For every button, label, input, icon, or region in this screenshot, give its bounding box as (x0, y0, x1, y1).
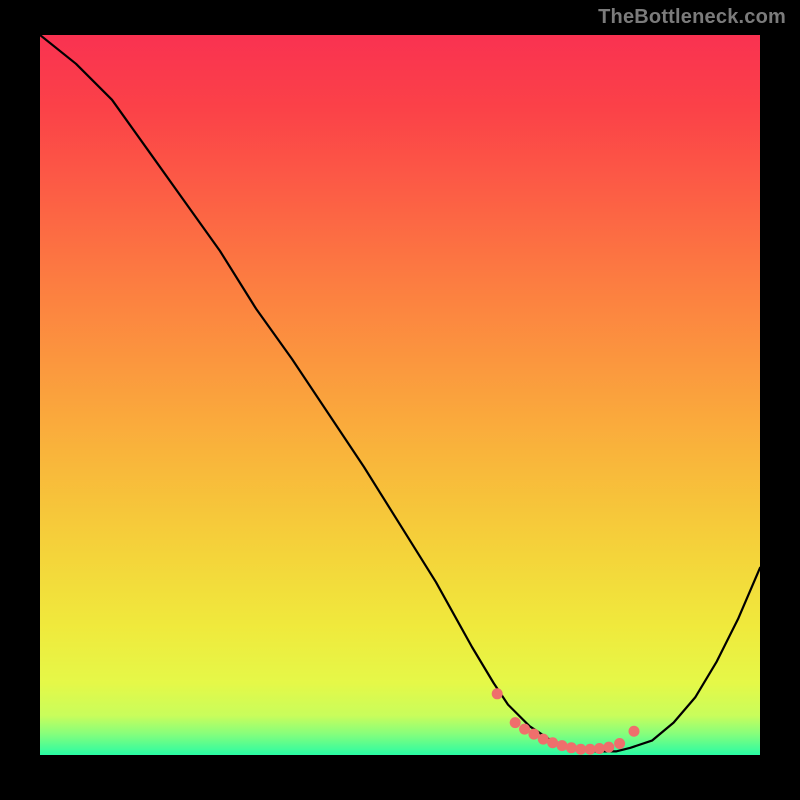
curve-layer (40, 35, 760, 755)
dot-point (547, 737, 558, 748)
dot-point (566, 742, 577, 753)
dot-point (538, 734, 549, 745)
curve-line (40, 35, 760, 751)
plot-area (40, 35, 760, 755)
dot-point (629, 726, 640, 737)
dot-point (510, 717, 521, 728)
watermark-text: TheBottleneck.com (598, 6, 786, 29)
dot-point (519, 724, 530, 735)
dot-point (528, 729, 539, 740)
dot-point (603, 742, 614, 753)
dot-point (492, 688, 503, 699)
dot-point (557, 740, 568, 751)
dot-point (614, 738, 625, 749)
bottom-dots (492, 688, 640, 754)
dot-point (585, 744, 596, 755)
chart-container: TheBottleneck.com (0, 0, 800, 800)
dot-point (594, 743, 605, 754)
dot-point (575, 744, 586, 755)
